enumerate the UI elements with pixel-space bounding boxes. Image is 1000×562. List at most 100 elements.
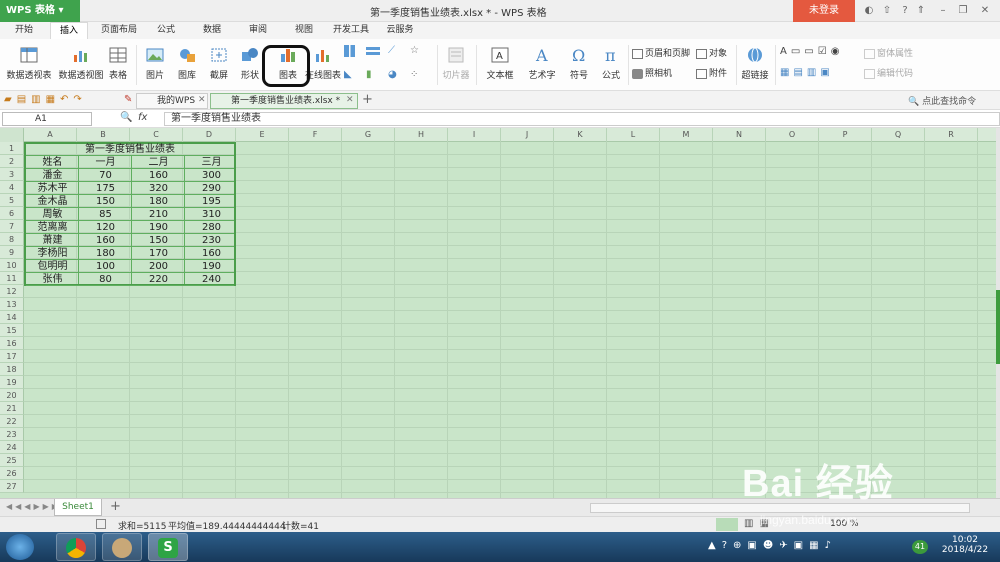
tab-developer[interactable]: 开发工具: [328, 22, 374, 39]
row-header[interactable]: 20: [0, 389, 24, 402]
tab-cloud[interactable]: 云服务: [382, 22, 418, 39]
form-properties-button[interactable]: 窗体属性: [864, 47, 913, 61]
minimize-icon[interactable]: –: [936, 4, 950, 18]
tab-insert[interactable]: 插入: [50, 22, 88, 39]
login-button[interactable]: 未登录: [793, 0, 855, 22]
help-icon[interactable]: ?: [898, 4, 912, 18]
column-header[interactable]: A: [24, 128, 77, 142]
edit-code-button[interactable]: 编辑代码: [864, 67, 913, 81]
column-chart-icon[interactable]: [344, 45, 360, 57]
textbox-button[interactable]: A 文本框: [480, 44, 520, 88]
form-controls-row1[interactable]: A▭▭☑◉: [780, 46, 843, 57]
column-header[interactable]: C: [130, 128, 183, 142]
line-chart-icon[interactable]: ⟋: [388, 45, 404, 57]
header-footer-button[interactable]: 页眉和页脚: [632, 47, 690, 61]
tray-badge-icon[interactable]: 41: [912, 540, 928, 554]
row-header[interactable]: 6: [0, 207, 24, 220]
row-header[interactable]: 16: [0, 337, 24, 350]
row-header[interactable]: 21: [0, 402, 24, 415]
picture-button[interactable]: 图片: [140, 44, 170, 88]
row-header[interactable]: 12: [0, 285, 24, 298]
form-controls-row2[interactable]: ▦▤▥▣: [780, 67, 834, 78]
new-tab-icon[interactable]: +: [362, 92, 373, 107]
shapes-button[interactable]: 形状: [236, 44, 264, 88]
row-header[interactable]: 1: [0, 142, 24, 155]
column-header[interactable]: B: [77, 128, 130, 142]
quick-access-icons[interactable]: ▰▤▥▦↶↷: [4, 94, 87, 105]
tray-icons[interactable]: ▲?⊕▣☻✈▣▦♪: [708, 540, 837, 551]
close-tab-icon[interactable]: ✕: [346, 95, 354, 105]
tab-current-workbook[interactable]: 第一季度销售业绩表.xlsx *: [210, 93, 358, 109]
add-sheet-icon[interactable]: +: [110, 499, 121, 514]
column-header[interactable]: M: [660, 128, 713, 142]
column-header[interactable]: I: [448, 128, 501, 142]
restore-icon[interactable]: ❐: [956, 4, 970, 18]
tab-page-layout[interactable]: 页面布局: [96, 22, 142, 39]
area-chart-icon[interactable]: ◣: [344, 69, 360, 81]
pivot-chart-button[interactable]: 数据透视图: [57, 44, 105, 88]
column-header[interactable]: E: [236, 128, 289, 142]
skin-icon[interactable]: ◐: [862, 4, 876, 18]
pie-chart-icon[interactable]: ◕: [388, 69, 404, 81]
row-header[interactable]: 13: [0, 298, 24, 311]
row-header[interactable]: 17: [0, 350, 24, 363]
column-header[interactable]: G: [342, 128, 395, 142]
normal-view-icon[interactable]: [716, 518, 738, 531]
column-header[interactable]: H: [395, 128, 448, 142]
column-header[interactable]: K: [554, 128, 607, 142]
attachment-button[interactable]: 附件: [696, 67, 727, 81]
fx-icon[interactable]: fx: [138, 112, 147, 123]
scatter-chart-icon[interactable]: ⁘: [410, 69, 426, 81]
symbol-button[interactable]: Ω 符号: [565, 44, 593, 88]
pivot-table-button[interactable]: 数据透视表: [4, 44, 54, 88]
row-header[interactable]: 15: [0, 324, 24, 337]
sheet-nav-icons[interactable]: ◀◀◀▶▶▶: [6, 502, 61, 511]
row-header[interactable]: 7: [0, 220, 24, 233]
taskbar-wps[interactable]: S: [148, 533, 188, 561]
tab-review[interactable]: 审阅: [242, 22, 274, 39]
sheet-tab-sheet1[interactable]: Sheet1: [54, 499, 102, 516]
row-header[interactable]: 25: [0, 454, 24, 467]
row-header[interactable]: 4: [0, 181, 24, 194]
column-header[interactable]: P: [819, 128, 872, 142]
column-header[interactable]: D: [183, 128, 236, 142]
row-header[interactable]: 5: [0, 194, 24, 207]
tab-data[interactable]: 数据: [196, 22, 228, 39]
row-header[interactable]: 3: [0, 168, 24, 181]
row-header[interactable]: 19: [0, 376, 24, 389]
hyperlink-button[interactable]: 超链接: [738, 44, 772, 88]
tab-formulas[interactable]: 公式: [150, 22, 182, 39]
camera-button[interactable]: 照相机: [632, 67, 672, 81]
row-header[interactable]: 23: [0, 428, 24, 441]
gallery-button[interactable]: 图库: [172, 44, 202, 88]
row-header[interactable]: 22: [0, 415, 24, 428]
tab-view[interactable]: 视图: [288, 22, 320, 39]
close-icon[interactable]: ✕: [978, 4, 992, 18]
row-header[interactable]: 8: [0, 233, 24, 246]
row-header[interactable]: 26: [0, 467, 24, 480]
close-tab-icon[interactable]: ✕: [198, 95, 206, 105]
share-icon[interactable]: ⇧: [880, 4, 894, 18]
screenshot-button[interactable]: 截屏: [204, 44, 234, 88]
zoom-icon[interactable]: 🔍: [120, 112, 132, 123]
taskbar-chrome[interactable]: [56, 533, 96, 561]
name-box[interactable]: A1: [2, 112, 92, 126]
taskbar-paint[interactable]: [102, 533, 142, 561]
row-header[interactable]: 18: [0, 363, 24, 376]
column-header[interactable]: Q: [872, 128, 925, 142]
row-header[interactable]: 27: [0, 480, 24, 493]
column-header[interactable]: F: [289, 128, 342, 142]
pin-icon[interactable]: ⇑: [914, 4, 928, 18]
row-header[interactable]: 2: [0, 155, 24, 168]
row-header[interactable]: 9: [0, 246, 24, 259]
start-button-icon[interactable]: [6, 534, 34, 560]
spreadsheet-grid[interactable]: ABCDEFGHIJKLMNOPQR 1 2 3 4 5 6 7 8 9 10 11 12 13 14 15…: [0, 128, 996, 498]
wordart-button[interactable]: A 艺术字: [523, 44, 561, 88]
other-chart-icon[interactable]: ☆: [410, 45, 426, 57]
row-header[interactable]: 11: [0, 272, 24, 285]
clock[interactable]: 10:02 2018/4/22: [940, 535, 990, 555]
column-header[interactable]: O: [766, 128, 819, 142]
search-command[interactable]: 🔍 点此查找命令: [908, 94, 976, 107]
row-header[interactable]: 14: [0, 311, 24, 324]
formula-input[interactable]: 第一季度销售业绩表: [164, 112, 1000, 126]
